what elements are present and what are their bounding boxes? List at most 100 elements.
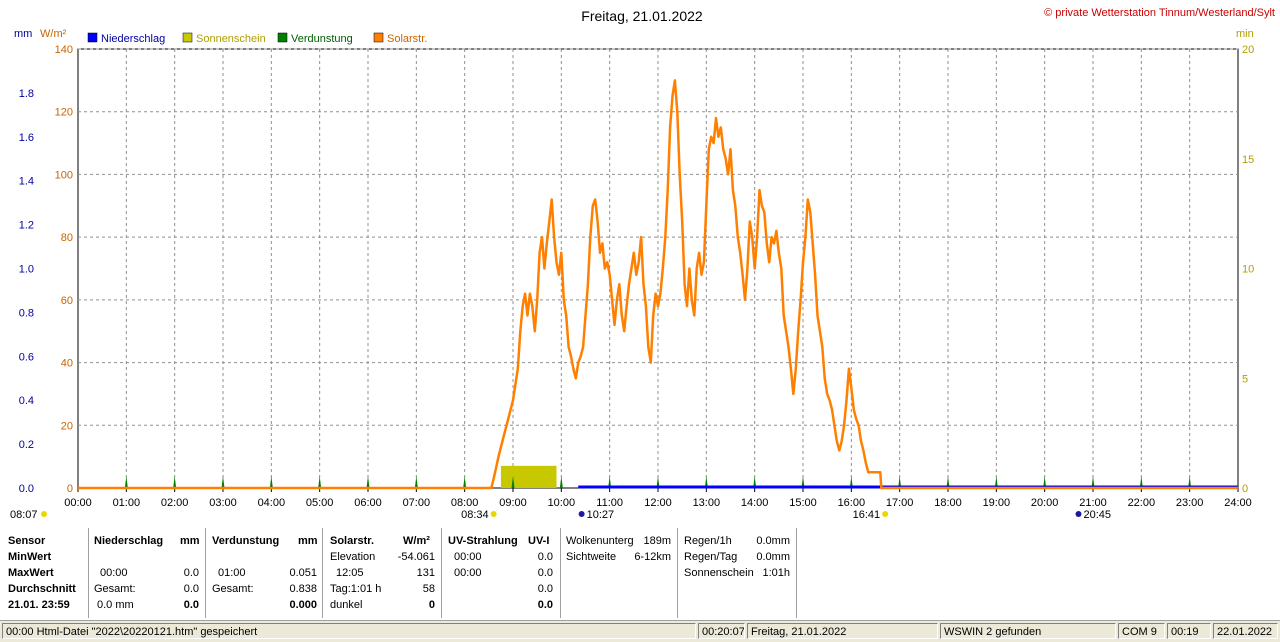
sunrise-left-label: 08:07 — [10, 509, 38, 521]
evaporation-mark — [414, 476, 418, 488]
y-tick-label-mm: 0.4 — [19, 395, 34, 407]
x-tick-label: 20:00 — [1031, 497, 1059, 509]
sun-icon — [41, 511, 47, 517]
evaporation-mark — [318, 476, 322, 488]
chart-marks: 08:07 08:34 10:27 16:41 20:45 — [10, 79, 1238, 521]
sensor-date: 21.01. 23:59 — [8, 599, 70, 611]
status-message: 00:00 Html-Datei "2022\20220121.htm" ges… — [2, 623, 696, 639]
legend-label: Niederschlag — [101, 33, 165, 45]
niederschlag-total-label: Gesamt: — [94, 583, 136, 595]
x-tick-label: 05:00 — [306, 497, 334, 509]
x-tick-label: 16:00 — [838, 497, 866, 509]
y-tick-label-mm: 1.0 — [19, 264, 34, 276]
uv-min-val: 0.0 — [537, 551, 553, 563]
rain-hour-label: Regen/1h — [684, 535, 732, 547]
niederschlag-total-val: 0.0 — [183, 583, 199, 595]
uv-max-val: 0.0 — [537, 567, 553, 579]
verdunstung-max-time: 01:00 — [218, 567, 246, 579]
x-tick-label: 22:00 — [1128, 497, 1156, 509]
y-axis-unit-min: min — [1236, 28, 1254, 40]
x-tick-label: 24:00 — [1224, 497, 1252, 509]
y-tick-label-wm2: 0 — [67, 483, 73, 495]
niederschlag-unit: mm — [180, 535, 200, 547]
legend-label: Verdunstung — [291, 33, 353, 45]
verdunstung-max-val: 0.051 — [289, 567, 317, 579]
sun-icon — [882, 511, 889, 517]
y-tick-label-wm2: 100 — [55, 169, 73, 181]
x-tick-label: 13:00 — [693, 497, 721, 509]
x-tick-label: 02:00 — [161, 497, 189, 509]
x-tick-label: 04:00 — [258, 497, 286, 509]
y-tick-label-min: 0 — [1242, 483, 1248, 495]
sun-icon — [490, 511, 497, 517]
y-tick-label-wm2: 80 — [61, 232, 73, 244]
evaporation-mark — [124, 476, 128, 488]
verdunstung-total-label: Gesamt: — [212, 583, 254, 595]
status-today: 22.01.2022 — [1213, 623, 1278, 639]
rain-sun-val: 1:01h — [762, 567, 790, 579]
status-station: WSWIN 2 gefunden — [940, 623, 1116, 639]
verdunstung-total-val: 0.838 — [289, 583, 317, 595]
x-tick-label: 23:00 — [1176, 497, 1204, 509]
status-bar: 00:00 Html-Datei "2022\20220121.htm" ges… — [0, 620, 1280, 642]
moon-icon — [578, 511, 585, 517]
niederschlag-max-time: 00:00 — [100, 567, 128, 579]
niederschlag-header: Niederschlag — [94, 535, 164, 547]
sensor-max-label: MaxWert — [8, 567, 54, 579]
x-tick-label: 08:00 — [451, 497, 479, 509]
rain-day-label: Regen/Tag — [684, 551, 738, 563]
solar-max-val: 131 — [416, 567, 435, 579]
y-tick-label-wm2: 140 — [55, 44, 73, 56]
chart-axes: 00:00 01:00 02:00 03:00 04:00 05:00 06:00 07:00… — [19, 44, 1255, 509]
y-tick-label-wm2: 60 — [61, 295, 73, 307]
x-tick-label: 11:00 — [596, 497, 623, 509]
x-tick-label: 09:00 — [499, 497, 527, 509]
x-tick-label: 18:00 — [934, 497, 962, 509]
marker-label: 08:34 — [461, 509, 489, 521]
cloud-base-val: 189m — [643, 535, 671, 547]
y-tick-label-mm: 0.8 — [19, 307, 34, 319]
y-tick-label-wm2: 40 — [61, 358, 73, 370]
panel-cloud: Wolkenunterg 189m Sichtweite 6-12km — [561, 528, 678, 618]
rain-day-val: 0.0mm — [756, 551, 790, 563]
panel-verdunstung: Verdunstung mm 01:00 0.051 Gesamt: 0.838… — [206, 528, 323, 618]
y-tick-label-mm: 1.6 — [19, 132, 34, 144]
legend-swatch — [87, 32, 98, 43]
y-tick-label-mm: 0.6 — [19, 351, 34, 363]
y-tick-label-min: 15 — [1242, 154, 1254, 166]
x-tick-label: 21:00 — [1079, 497, 1107, 509]
x-tick-label: 15:00 — [789, 497, 817, 509]
moon-icon — [1075, 511, 1082, 517]
y-tick-label-min: 10 — [1242, 264, 1254, 276]
status-clock: 00:19 — [1167, 623, 1211, 639]
y-tick-label-mm: 0.0 — [19, 483, 34, 495]
chart-title: Freitag, 21.01.2022 — [581, 8, 703, 24]
solar-dark-val: 0 — [428, 599, 435, 611]
evaporation-mark — [366, 476, 370, 488]
sunshine-bar — [500, 465, 557, 488]
marker-label: 16:41 — [853, 509, 881, 521]
marker-label: 10:27 — [587, 509, 615, 521]
solar-day-label: Tag:1:01 h — [330, 583, 382, 595]
evaporation-mark — [173, 476, 177, 488]
sensor-min-label: MinWert — [8, 551, 52, 563]
y-axis-unit-mm: mm — [14, 28, 32, 40]
status-date: Freitag, 21.01.2022 — [747, 623, 938, 639]
rain-hour-val: 0.0mm — [756, 535, 790, 547]
y-tick-label-mm: 1.2 — [19, 220, 34, 232]
y-tick-label-wm2: 20 — [61, 420, 73, 432]
y-axis-unit-wm2: W/m² — [40, 28, 67, 40]
panel-uv: UV-Strahlung UV-I 00:00 0.0 00:00 0.0 0.… — [442, 528, 561, 618]
legend-swatch — [373, 32, 384, 43]
niederschlag-max-val: 0.0 — [183, 567, 199, 579]
chart-grid — [77, 48, 1239, 489]
x-tick-label: 12:00 — [644, 497, 672, 509]
x-tick-label: 19:00 — [983, 497, 1011, 509]
cloud-base-label: Wolkenunterg — [566, 535, 634, 547]
solar-dark-label: dunkel — [330, 599, 363, 611]
verdunstung-header: Verdunstung — [212, 535, 280, 547]
x-tick-label: 03:00 — [209, 497, 237, 509]
panel-rain: Regen/1h 0.0mm Regen/Tag 0.0mm Sonnensch… — [678, 528, 797, 618]
solar-unit: W/m² — [403, 535, 430, 547]
solar-max-time: 12:05 — [336, 567, 364, 579]
